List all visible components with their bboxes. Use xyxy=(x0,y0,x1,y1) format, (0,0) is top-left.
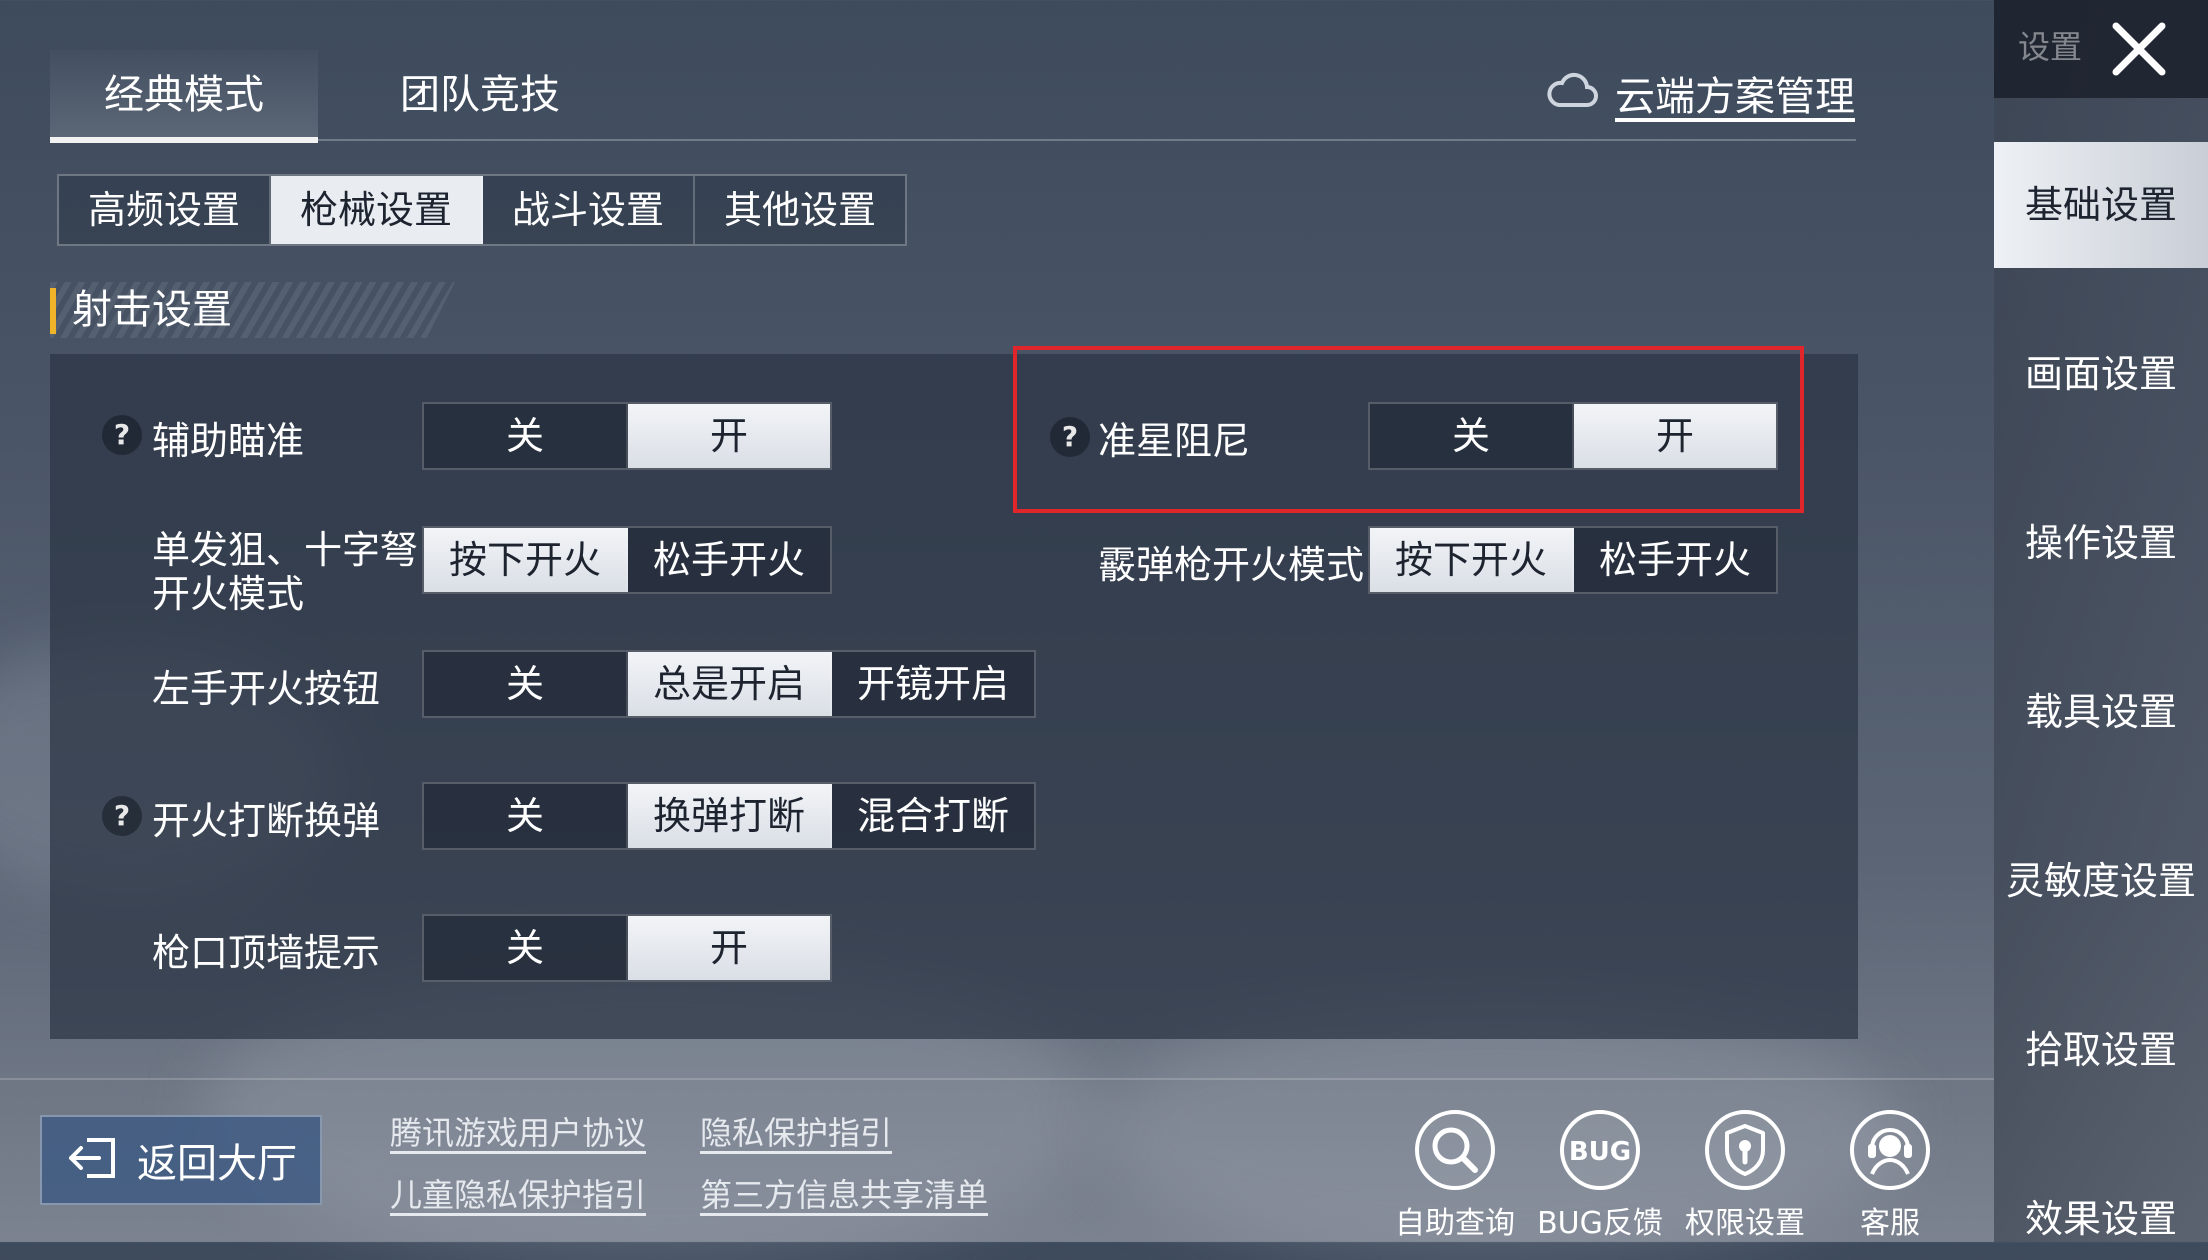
section-accent-bar xyxy=(50,288,56,334)
bug-icon: BUG xyxy=(1560,1110,1640,1190)
subtab-weapon[interactable]: 枪械设置 xyxy=(271,176,483,244)
subtab-other[interactable]: 其他设置 xyxy=(695,176,905,244)
back-to-lobby-button[interactable]: 返回大厅 xyxy=(40,1115,322,1205)
subtab-high-frequency[interactable]: 高频设置 xyxy=(59,176,271,244)
cloud-scheme-manage-link[interactable]: 云端方案管理 xyxy=(1545,58,1855,128)
fire-interrupt-reload-mixed[interactable]: 混合打断 xyxy=(832,784,1034,848)
shotgun-fire-mode-toggle: 按下开火 松手开火 xyxy=(1368,526,1778,594)
fire-interrupt-reload-off[interactable]: 关 xyxy=(424,784,628,848)
permission-settings-label: 权限设置 xyxy=(1685,1206,1805,1241)
fire-interrupt-reload-label: 开火打断换弹 xyxy=(152,799,381,843)
sniper-fire-mode-label: 单发狙、十字弩 开火模式 xyxy=(152,528,418,616)
sidebar-item-graphics[interactable]: 画面设置 xyxy=(1994,311,2208,437)
muzzle-wall-hint-label: 枪口顶墙提示 xyxy=(152,931,381,975)
sniper-fire-on-press[interactable]: 按下开火 xyxy=(424,528,628,592)
left-fire-button-label: 左手开火按钮 xyxy=(152,667,381,711)
left-fire-button-off[interactable]: 关 xyxy=(424,652,628,716)
close-button[interactable] xyxy=(2104,14,2174,84)
sniper-fire-mode-label-line1: 单发狙、十字弩 xyxy=(152,528,419,572)
crosshair-damping-off[interactable]: 关 xyxy=(1370,404,1574,468)
active-tab-underline xyxy=(50,137,318,143)
crosshair-damping-on[interactable]: 开 xyxy=(1574,404,1776,468)
cloud-scheme-manage-label: 云端方案管理 xyxy=(1615,74,1855,120)
sidebar-item-pickup[interactable]: 拾取设置 xyxy=(1994,987,2208,1113)
shotgun-fire-on-release[interactable]: 松手开火 xyxy=(1574,528,1776,592)
customer-service-button[interactable]: 客服 xyxy=(1820,1108,1960,1242)
bug-feedback-label: BUG反馈 xyxy=(1537,1206,1663,1241)
aim-assist-label: 辅助瞄准 xyxy=(152,419,305,463)
self-service-query-label: 自助查询 xyxy=(1395,1206,1515,1241)
tab-classic-mode[interactable]: 经典模式 xyxy=(50,50,318,140)
fire-interrupt-reload-interrupt[interactable]: 换弹打断 xyxy=(628,784,832,848)
section-title: 射击设置 xyxy=(72,287,232,333)
shotgun-fire-mode-label: 霰弹枪开火模式 xyxy=(1098,543,1365,587)
headset-icon xyxy=(1850,1110,1930,1190)
child-privacy-guide-link[interactable]: 儿童隐私保护指引 xyxy=(390,1170,646,1216)
sidebar-item-vehicle[interactable]: 载具设置 xyxy=(1994,649,2208,775)
bug-icon-text: BUG xyxy=(1569,1137,1631,1167)
sniper-fire-mode-toggle: 按下开火 松手开火 xyxy=(422,526,832,594)
aim-assist-on[interactable]: 开 xyxy=(628,404,830,468)
sniper-fire-mode-label-line2: 开火模式 xyxy=(152,572,305,616)
sidebar-item-basic[interactable]: 基础设置 xyxy=(1994,142,2208,268)
aim-assist-off[interactable]: 关 xyxy=(424,404,628,468)
crosshair-damping-help-icon[interactable]: ? xyxy=(1050,417,1090,457)
permission-settings-button[interactable]: 权限设置 xyxy=(1675,1108,1815,1242)
left-fire-button-scope[interactable]: 开镜开启 xyxy=(832,652,1034,716)
self-service-query-button[interactable]: 自助查询 xyxy=(1385,1108,1525,1242)
bottom-divider xyxy=(0,1078,1994,1080)
back-arrow-icon xyxy=(65,1134,121,1186)
muzzle-wall-hint-off[interactable]: 关 xyxy=(424,916,628,980)
crosshair-damping-toggle: 关 开 xyxy=(1368,402,1778,470)
tab-team-deathmatch[interactable]: 团队竞技 xyxy=(370,50,590,140)
fire-interrupt-reload-help-icon[interactable]: ? xyxy=(102,796,142,836)
crosshair-damping-label: 准星阻尼 xyxy=(1098,419,1251,463)
customer-service-label: 客服 xyxy=(1860,1206,1920,1241)
privacy-guide-link[interactable]: 隐私保护指引 xyxy=(700,1108,892,1154)
sniper-fire-on-release[interactable]: 松手开火 xyxy=(628,528,830,592)
sidebar-item-sensitivity[interactable]: 灵敏度设置 xyxy=(1994,818,2208,944)
tab-divider xyxy=(318,139,1856,141)
shield-icon xyxy=(1705,1110,1785,1190)
back-to-lobby-label: 返回大厅 xyxy=(137,1141,297,1187)
aim-assist-toggle: 关 开 xyxy=(422,402,832,470)
subtab-combat[interactable]: 战斗设置 xyxy=(483,176,695,244)
sidebar-item-controls[interactable]: 操作设置 xyxy=(1994,480,2208,606)
sidebar-title: 设置 xyxy=(2018,28,2083,66)
aim-assist-help-icon[interactable]: ? xyxy=(102,415,142,455)
left-fire-button-always[interactable]: 总是开启 xyxy=(628,652,832,716)
sub-tab-bar: 高频设置 枪械设置 战斗设置 其他设置 xyxy=(57,174,907,246)
tencent-user-agreement-link[interactable]: 腾讯游戏用户协议 xyxy=(390,1108,646,1154)
muzzle-wall-hint-toggle: 关 开 xyxy=(422,914,832,982)
muzzle-wall-hint-on[interactable]: 开 xyxy=(628,916,830,980)
close-icon xyxy=(2112,22,2166,76)
bug-feedback-button[interactable]: BUG BUG反馈 xyxy=(1530,1108,1670,1242)
cloud-icon xyxy=(1545,71,1599,115)
left-fire-button-toggle: 关 总是开启 开镜开启 xyxy=(422,650,1036,718)
fire-interrupt-reload-toggle: 关 换弹打断 混合打断 xyxy=(422,782,1036,850)
third-party-sharing-list-link[interactable]: 第三方信息共享清单 xyxy=(700,1170,988,1216)
search-icon xyxy=(1415,1110,1495,1190)
shotgun-fire-on-press[interactable]: 按下开火 xyxy=(1370,528,1574,592)
sidebar-item-effects[interactable]: 效果设置 xyxy=(1994,1156,2208,1242)
